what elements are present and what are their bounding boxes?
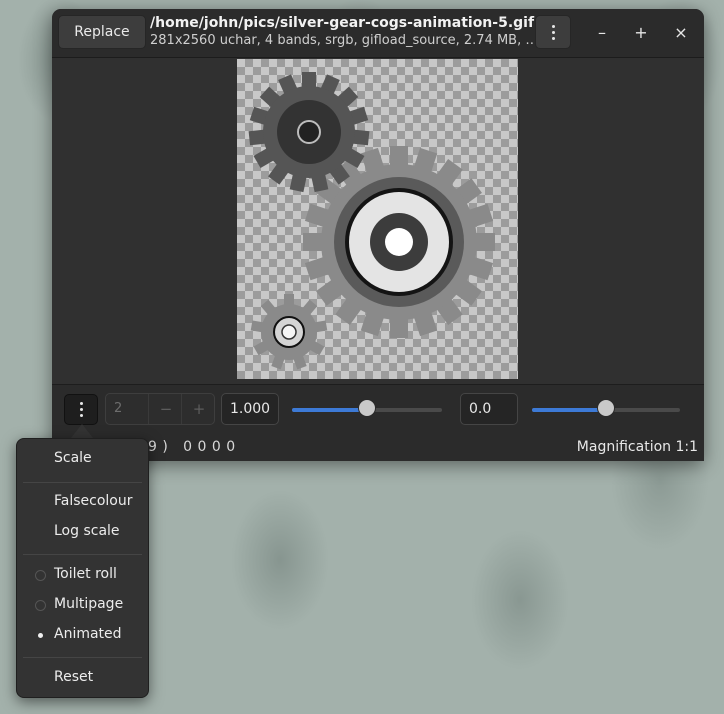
menu-separator — [23, 482, 142, 483]
menu-separator — [23, 657, 142, 658]
scale-slider[interactable] — [292, 399, 442, 417]
maximize-icon[interactable]: + — [631, 23, 651, 43]
menu-item-falsecolour[interactable]: Falsecolour — [54, 493, 133, 509]
offset-slider-knob[interactable] — [597, 399, 615, 417]
display-menu-button[interactable] — [64, 394, 98, 425]
image-viewer-window: Replace /home/john/pics/silver-gear-cogs… — [52, 9, 704, 461]
scale-slider-fill — [292, 408, 367, 412]
image-viewport[interactable] — [52, 58, 704, 384]
offset-input[interactable]: 0.0 — [460, 393, 518, 425]
magnification-label: Magnification 1:1 — [576, 439, 698, 455]
minimize-icon[interactable]: – — [592, 23, 612, 43]
menu-item-animated[interactable]: Animated — [54, 626, 122, 642]
title-box: /home/john/pics/silver-gear-cogs-animati… — [150, 14, 539, 50]
header-bar: Replace /home/john/pics/silver-gear-cogs… — [52, 9, 704, 58]
window-subtitle: 281x2560 uchar, 4 bands, srgb, gifload_s… — [150, 33, 539, 48]
scale-input[interactable]: 1.000 — [221, 393, 279, 425]
menu-item-toilet-roll[interactable]: Toilet roll — [54, 566, 117, 582]
kebab-menu-icon — [551, 24, 555, 40]
page-value[interactable]: 2 — [114, 401, 122, 416]
close-icon[interactable]: × — [671, 23, 691, 43]
main-menu-button[interactable] — [535, 15, 571, 49]
radio-toilet-roll[interactable] — [35, 570, 46, 581]
radio-animated[interactable] — [35, 630, 46, 641]
display-menu-popover: Scale Falsecolour Log scale Toilet roll … — [16, 438, 149, 698]
tiny-gear — [250, 294, 328, 370]
scale-slider-knob[interactable] — [358, 399, 376, 417]
menu-item-reset[interactable]: Reset — [54, 669, 93, 685]
page-decrement-button[interactable]: − — [148, 394, 183, 424]
image-canvas[interactable] — [237, 59, 518, 379]
popover-arrow — [71, 424, 93, 438]
page-increment-button[interactable]: + — [181, 394, 216, 424]
menu-item-multipage[interactable]: Multipage — [54, 596, 123, 612]
menu-item-scale[interactable]: Scale — [54, 450, 92, 466]
radio-multipage[interactable] — [35, 600, 46, 611]
pixel-readout: 9 ) 0 0 0 0 — [148, 439, 236, 455]
page-spinner[interactable]: 2 − + — [105, 393, 215, 425]
status-bar: 9 ) 0 0 0 0 Magnification 1:1 — [52, 433, 704, 461]
replace-button[interactable]: Replace — [58, 15, 146, 49]
window-title: /home/john/pics/silver-gear-cogs-animati… — [150, 15, 535, 31]
offset-slider-fill — [532, 408, 606, 412]
kebab-menu-icon — [79, 402, 83, 417]
offset-slider[interactable] — [532, 399, 680, 417]
menu-item-log-scale[interactable]: Log scale — [54, 523, 120, 539]
display-toolbar: 2 − + 1.000 0.0 — [52, 384, 704, 434]
gear-cogs-image — [248, 72, 495, 370]
menu-separator — [23, 554, 142, 555]
